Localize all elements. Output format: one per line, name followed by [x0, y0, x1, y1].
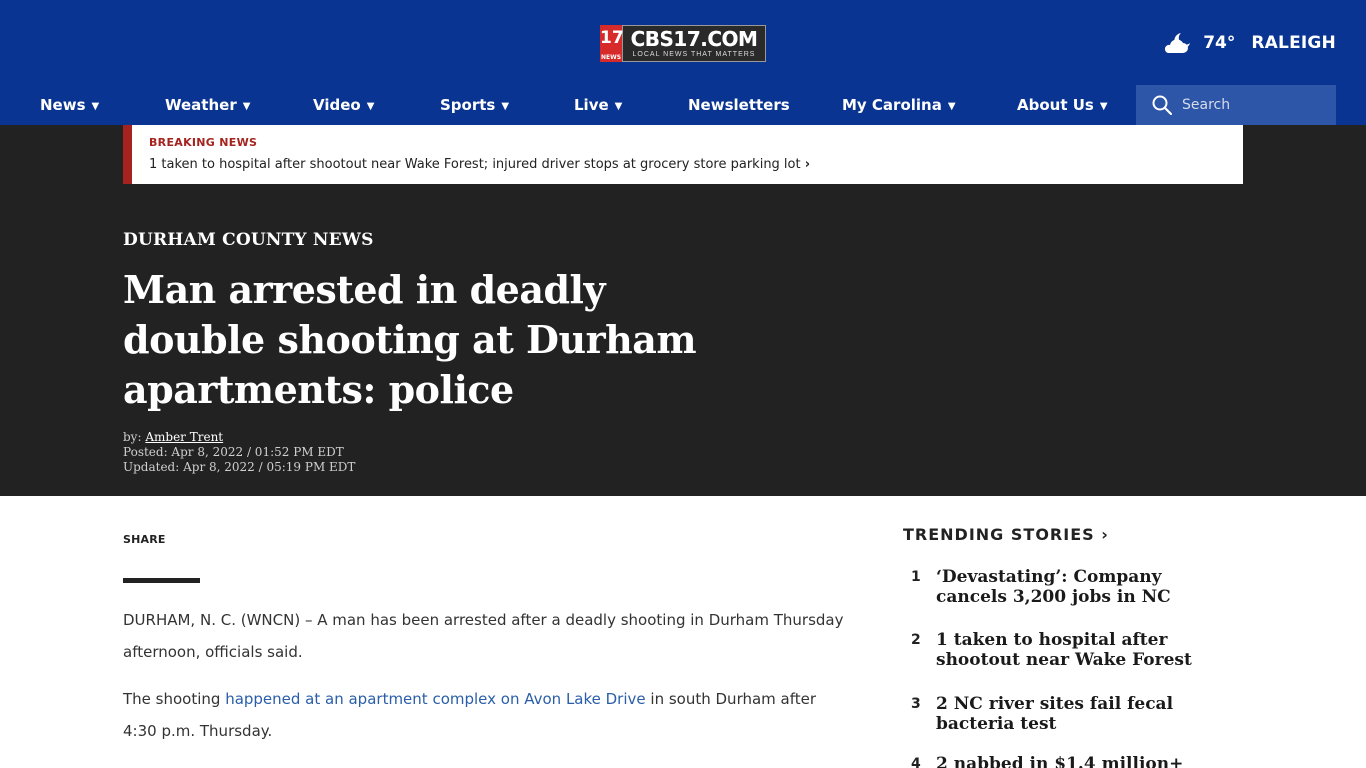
article-paragraph: The shooting happened at an apartment co…	[123, 683, 853, 747]
chevron-down-icon: ▼	[501, 101, 510, 112]
author-link[interactable]: Amber Trent	[145, 430, 223, 444]
article-meta: by: Amber Trent Posted: Apr 8, 2022 / 01…	[123, 430, 355, 475]
inline-article-link[interactable]: happened at an apartment complex on Avon…	[225, 690, 645, 708]
chevron-down-icon: ▼	[366, 101, 375, 112]
nav-item-video[interactable]: Video ▼	[313, 85, 374, 125]
posted-date: Posted: Apr 8, 2022 / 01:52 PM EDT	[123, 445, 344, 459]
article-category[interactable]: DURHAM COUNTY NEWS	[123, 230, 374, 250]
nav-label: Live	[574, 96, 609, 114]
byline: by: Amber Trent	[123, 430, 355, 445]
nav-item-news[interactable]: News ▼	[40, 85, 99, 125]
nav-label: News	[40, 96, 86, 114]
breaking-news-banner[interactable]: BREAKING NEWS 1 taken to hospital after …	[123, 125, 1243, 184]
breaking-news-headline[interactable]: 1 taken to hospital after shootout near …	[149, 157, 810, 172]
logo-number: 17	[600, 28, 624, 48]
paragraph-text: The shooting	[123, 690, 226, 708]
trending-stories-heading[interactable]: TRENDING STORIES ›	[903, 525, 1109, 544]
nav-item-live[interactable]: Live ▼	[574, 85, 622, 125]
search-input[interactable]	[1182, 97, 1322, 113]
nav-label: Sports	[440, 96, 496, 114]
nav-label: Newsletters	[688, 96, 790, 114]
share-label: SHARE	[123, 533, 166, 546]
chevron-down-icon: ▼	[242, 101, 251, 112]
chevron-down-icon: ▼	[1099, 101, 1108, 112]
article-paragraph: DURHAM, N. C. (WNCN) – A man has been ar…	[123, 611, 844, 661]
trending-rank: 4	[911, 756, 921, 768]
chevron-right-icon: ›	[1101, 525, 1109, 544]
nav-item-weather[interactable]: Weather ▼	[165, 85, 250, 125]
trending-title[interactable]: ‘Devastating’: Company cancels 3,200 job…	[936, 567, 1236, 607]
site-header: 17 NEWS CBS17.COM LOCAL NEWS THAT MATTER…	[0, 0, 1366, 125]
trending-title[interactable]: 2 nabbed in $1.4 million+ fraud	[936, 754, 1236, 768]
weather-city: RALEIGH	[1251, 33, 1336, 53]
search-icon	[1152, 95, 1172, 115]
updated-date: Updated: Apr 8, 2022 / 05:19 PM EDT	[123, 460, 356, 474]
chevron-right-icon: ›	[804, 157, 811, 172]
breaking-news-headline-text: 1 taken to hospital after shootout near …	[149, 157, 801, 172]
logo-number-sub: NEWS	[600, 54, 622, 61]
trending-title[interactable]: 2 NC river sites fail fecal bacteria tes…	[936, 694, 1236, 734]
weather-widget[interactable]: 74° RALEIGH	[1161, 28, 1336, 58]
trending-rank: 1	[911, 569, 921, 585]
chevron-down-icon: ▼	[91, 101, 100, 112]
breaking-news-label: BREAKING NEWS	[149, 136, 258, 149]
nav-label: Video	[313, 96, 361, 114]
nav-item-newsletters[interactable]: Newsletters	[688, 85, 790, 125]
nav-item-about-us[interactable]: About Us ▼	[1017, 85, 1108, 125]
trending-heading-text: TRENDING STORIES	[903, 525, 1095, 544]
search-box[interactable]	[1136, 85, 1336, 125]
byline-prefix: by:	[123, 430, 142, 444]
chevron-down-icon: ▼	[614, 101, 623, 112]
logo-text: CBS17.COM	[630, 27, 758, 51]
trending-rank: 3	[911, 696, 921, 712]
weather-temperature: 74°	[1203, 33, 1236, 53]
nav-label: My Carolina	[842, 96, 942, 114]
logo-wordmark: CBS17.COM LOCAL NEWS THAT MATTERS	[622, 25, 766, 62]
trending-rank: 2	[911, 632, 921, 648]
chevron-down-icon: ▼	[947, 101, 956, 112]
share-divider	[123, 578, 200, 583]
article-title: Man arrested in deadly double shooting a…	[123, 267, 697, 412]
logo-tagline: LOCAL NEWS THAT MATTERS	[632, 51, 756, 58]
partly-cloudy-night-icon	[1165, 33, 1191, 53]
nav-item-sports[interactable]: Sports ▼	[440, 85, 509, 125]
nav-label: About Us	[1017, 96, 1094, 114]
nav-label: Weather	[165, 96, 237, 114]
trending-title[interactable]: 1 taken to hospital after shootout near …	[936, 630, 1236, 670]
site-logo[interactable]: 17 NEWS CBS17.COM LOCAL NEWS THAT MATTER…	[600, 25, 766, 62]
nav-item-my-carolina[interactable]: My Carolina ▼	[842, 85, 956, 125]
article-hero: BREAKING NEWS 1 taken to hospital after …	[0, 125, 1366, 496]
logo-number-badge: 17 NEWS	[600, 25, 624, 62]
